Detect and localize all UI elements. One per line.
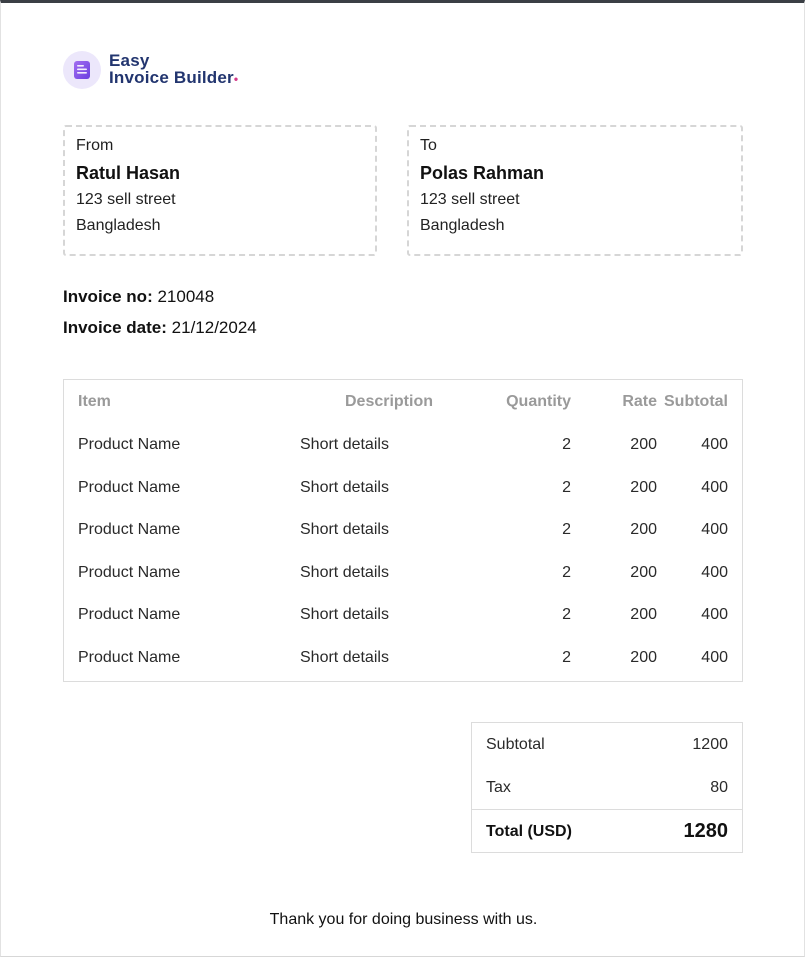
subtotal-value: 1200 (692, 735, 728, 753)
invoice-page: Easy Invoice Builder• From Ratul Hasan 1… (0, 0, 805, 957)
cell-rate: 200 (630, 478, 657, 496)
tax-row: Tax 80 (472, 766, 742, 809)
cell-quantity: 2 (562, 478, 571, 496)
cell-subtotal: 400 (701, 478, 728, 496)
to-name: Polas Rahman (420, 163, 545, 183)
cell-quantity: 2 (562, 436, 571, 454)
table-row: Product Name Short details 2 200 400 (64, 467, 742, 510)
subtotal-row: Subtotal 1200 (472, 723, 742, 766)
brand-line-2-text: Invoice Builder (109, 68, 234, 87)
from-card: From Ratul Hasan 123 sell street Banglad… (63, 125, 377, 256)
cell-description: Short details (300, 436, 389, 454)
thank-you-note: Thank you for doing business with us. (269, 911, 538, 928)
from-country: Bangladesh (76, 217, 161, 234)
from-label: From (76, 137, 114, 154)
cell-subtotal: 400 (701, 521, 728, 539)
to-street: 123 sell street (420, 191, 520, 208)
cell-rate: 200 (630, 521, 657, 539)
cell-subtotal: 400 (701, 606, 728, 624)
cell-item: Product Name (78, 563, 181, 581)
cell-quantity: 2 (562, 606, 571, 624)
subtotal-label: Subtotal (486, 735, 545, 753)
header-subtotal: Subtotal (664, 393, 728, 410)
to-label: To (420, 137, 437, 154)
tax-value: 80 (710, 778, 728, 796)
brand-dot: • (233, 72, 239, 86)
cell-description: Short details (300, 478, 389, 496)
cell-subtotal: 400 (701, 436, 728, 454)
totals-box: Subtotal 1200 Tax 80 Total (USD) 1280 (471, 722, 743, 853)
items-table: Item Description Quantity Rate Subtotal … (63, 379, 743, 682)
cell-item: Product Name (78, 478, 181, 496)
invoice-date-value: 21/12/2024 (171, 318, 257, 337)
cell-rate: 200 (630, 436, 657, 454)
table-row: Product Name Short details 2 200 400 (64, 637, 742, 680)
invoice-number: Invoice no: 210048 (63, 287, 214, 307)
invoice-date: Invoice date: 21/12/2024 (63, 318, 257, 338)
from-name: Ratul Hasan (76, 163, 181, 183)
brand-logo: Easy Invoice Builder• (63, 51, 238, 89)
cell-item: Product Name (78, 521, 181, 539)
brand-line-2: Invoice Builder• (109, 69, 238, 88)
total-value: 1280 (683, 820, 729, 842)
table-row: Product Name Short details 2 200 400 (64, 424, 742, 467)
table-row: Product Name Short details 2 200 400 (64, 509, 742, 552)
header-rate: Rate (622, 393, 657, 410)
brand-name: Easy Invoice Builder• (109, 52, 238, 88)
cell-item: Product Name (78, 606, 181, 624)
header-description: Description (344, 393, 433, 410)
items-header-row: Item Description Quantity Rate Subtotal (64, 380, 742, 424)
header-quantity: Quantity (506, 393, 571, 410)
cell-quantity: 2 (562, 521, 571, 539)
invoice-date-label: Invoice date: (63, 318, 167, 337)
cell-quantity: 2 (562, 648, 571, 666)
cell-rate: 200 (630, 606, 657, 624)
invoice-number-label: Invoice no: (63, 287, 153, 306)
brand-line-1: Easy (109, 51, 150, 70)
header-item: Item (78, 393, 111, 410)
cell-description: Short details (300, 563, 389, 581)
cell-quantity: 2 (562, 563, 571, 581)
to-card: To Polas Rahman 123 sell street Banglade… (407, 125, 743, 256)
cell-rate: 200 (630, 648, 657, 666)
cell-subtotal: 400 (701, 563, 728, 581)
cell-rate: 200 (630, 563, 657, 581)
cell-description: Short details (300, 648, 389, 666)
cell-description: Short details (300, 606, 389, 624)
table-row: Product Name Short details 2 200 400 (64, 552, 742, 595)
total-label: Total (USD) (486, 822, 572, 840)
invoice-number-value: 210048 (157, 287, 215, 306)
cell-description: Short details (300, 521, 389, 539)
cell-item: Product Name (78, 436, 181, 454)
cell-item: Product Name (78, 648, 181, 666)
tax-label: Tax (486, 778, 511, 796)
from-street: 123 sell street (76, 191, 176, 208)
cell-subtotal: 400 (701, 648, 728, 666)
total-row: Total (USD) 1280 (472, 809, 742, 853)
to-country: Bangladesh (420, 217, 505, 234)
table-row: Product Name Short details 2 200 400 (64, 594, 742, 637)
document-icon (63, 51, 101, 89)
